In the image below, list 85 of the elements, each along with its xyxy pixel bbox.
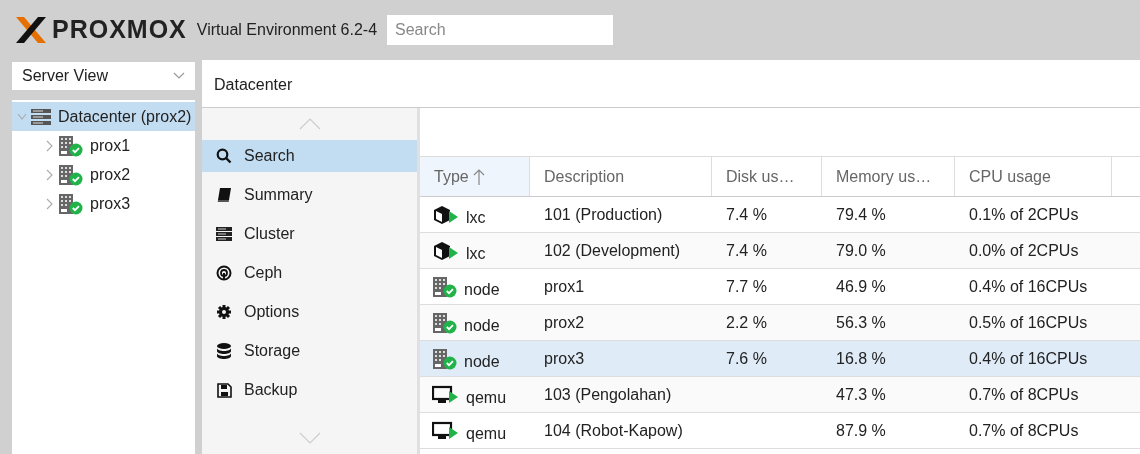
monitor-play-icon [432,420,460,441]
table-cell-text: 46.9 % [836,276,886,297]
table-cell-text: node [464,351,500,372]
server-check-icon [58,134,84,157]
server-check-icon [432,311,458,334]
server-check-icon [58,163,84,186]
tree-item[interactable]: prox2 [12,160,195,189]
cube-play-icon [432,240,460,261]
table-cell-text: 7.4 % [726,204,767,225]
table-cell-text: lxc [466,207,486,228]
panel-title: Datacenter [214,74,293,95]
database-icon [217,343,231,359]
table-cell-text: 104 (Robot-Kapow) [544,420,683,441]
table-cell-text: prox3 [544,348,585,369]
tree-item[interactable]: prox1 [12,131,195,160]
table-cell-text: node [464,315,500,336]
column-header[interactable]: Type [420,157,530,196]
nav-item[interactable]: Summary [202,179,417,211]
server-check-icon [58,192,84,215]
server-check-icon [432,347,458,370]
table-cell-text: 7.4 % [726,240,767,261]
table-cell-text: 0.5% of 16CPUs [969,312,1088,333]
sort-up-arrow-icon [472,167,485,186]
scroll-up-icon[interactable] [298,118,321,130]
table-cell-text: 0.0% of 2CPUs [969,240,1079,261]
column-header[interactable]: Memory us… [822,157,955,196]
product-version: Virtual Environment 6.2-4 [196,20,378,40]
table-cell-text: 87.9 % [836,420,886,441]
table-cell-text: node [464,279,500,300]
tree-item[interactable]: prox3 [12,189,195,218]
table-cell-text: 7.6 % [726,348,767,369]
table-cell-text: 0.1% of 2CPUs [969,204,1079,225]
column-header[interactable]: Disk us… [712,157,822,196]
scroll-down-icon[interactable] [298,432,321,444]
search-field[interactable]: Search [387,15,614,45]
table-cell-text: 0.4% of 16CPUs [969,276,1088,297]
column-header[interactable]: CPU usage [955,157,1112,196]
chevron-right-icon[interactable] [46,197,54,210]
chevron-right-icon[interactable] [46,139,54,152]
table-cell-text: 2.2 % [726,312,767,333]
table-cell-text: prox1 [544,276,585,297]
table-cell-text: 0.7% of 8CPUs [969,420,1079,441]
view-dropdown[interactable]: Server View [12,62,195,90]
server-icon [216,227,232,241]
table-cell-text: 56.3 % [836,312,886,333]
table-row[interactable]: node prox2 2.2 % 56.3 % 0.5% of 16CPUs [420,305,1140,341]
monitor-play-icon [432,384,460,405]
nav-item[interactable]: Backup [202,374,417,406]
book-icon [216,187,232,203]
nav-item[interactable]: Ceph [202,257,417,289]
column-header[interactable]: Description [530,157,712,196]
table-cell-text: 7.7 % [726,276,767,297]
search-icon [216,148,232,164]
table-cell-text: 103 (Pengolahan) [544,384,672,405]
tree-item[interactable]: Datacenter (prox2) [12,102,195,131]
nav-item[interactable]: Options [202,296,417,328]
table-cell-text: 79.4 % [836,204,886,225]
chevron-down-icon[interactable] [17,112,27,121]
chevron-down-icon [172,72,185,80]
table-row[interactable]: qemu 103 (Pengolahan) 47.3 % 0.7% of 8CPUs [420,377,1140,413]
table-cell-text: prox2 [544,312,585,333]
table-cell-text: 102 (Development) [544,240,681,261]
table-cell-text: qemu [466,423,507,444]
table-row[interactable]: node prox3 7.6 % 16.8 % 0.4% of 16CPUs [420,341,1140,377]
chevron-right-icon[interactable] [46,168,54,181]
table-cell-text: 47.3 % [836,384,886,405]
gear-icon [216,304,232,320]
table-row[interactable]: lxc 102 (Development) 7.4 % 79.0 % 0.0% of 2CPUs [420,233,1140,269]
logo-x-icon [14,15,48,45]
cube-play-icon [432,204,460,225]
server-rack-icon [30,107,52,126]
table-cell-text: 101 (Production) [544,204,663,225]
ceph-icon [216,265,232,281]
product-logo-text: PROXMOX [52,14,187,46]
table-cell-text: 16.8 % [836,348,886,369]
table-cell-text: lxc [466,243,486,264]
nav-item[interactable]: Cluster [202,218,417,250]
table-cell-text: 79.0 % [836,240,886,261]
nav-item[interactable]: Storage [202,335,417,367]
nav-item[interactable]: Search [202,140,417,172]
server-check-icon [432,275,458,298]
table-cell-text: 0.7% of 8CPUs [969,384,1079,405]
table-cell-text: 0.4% of 16CPUs [969,348,1088,369]
view-label: Server View [22,66,108,86]
table-cell-text: qemu [466,387,507,408]
